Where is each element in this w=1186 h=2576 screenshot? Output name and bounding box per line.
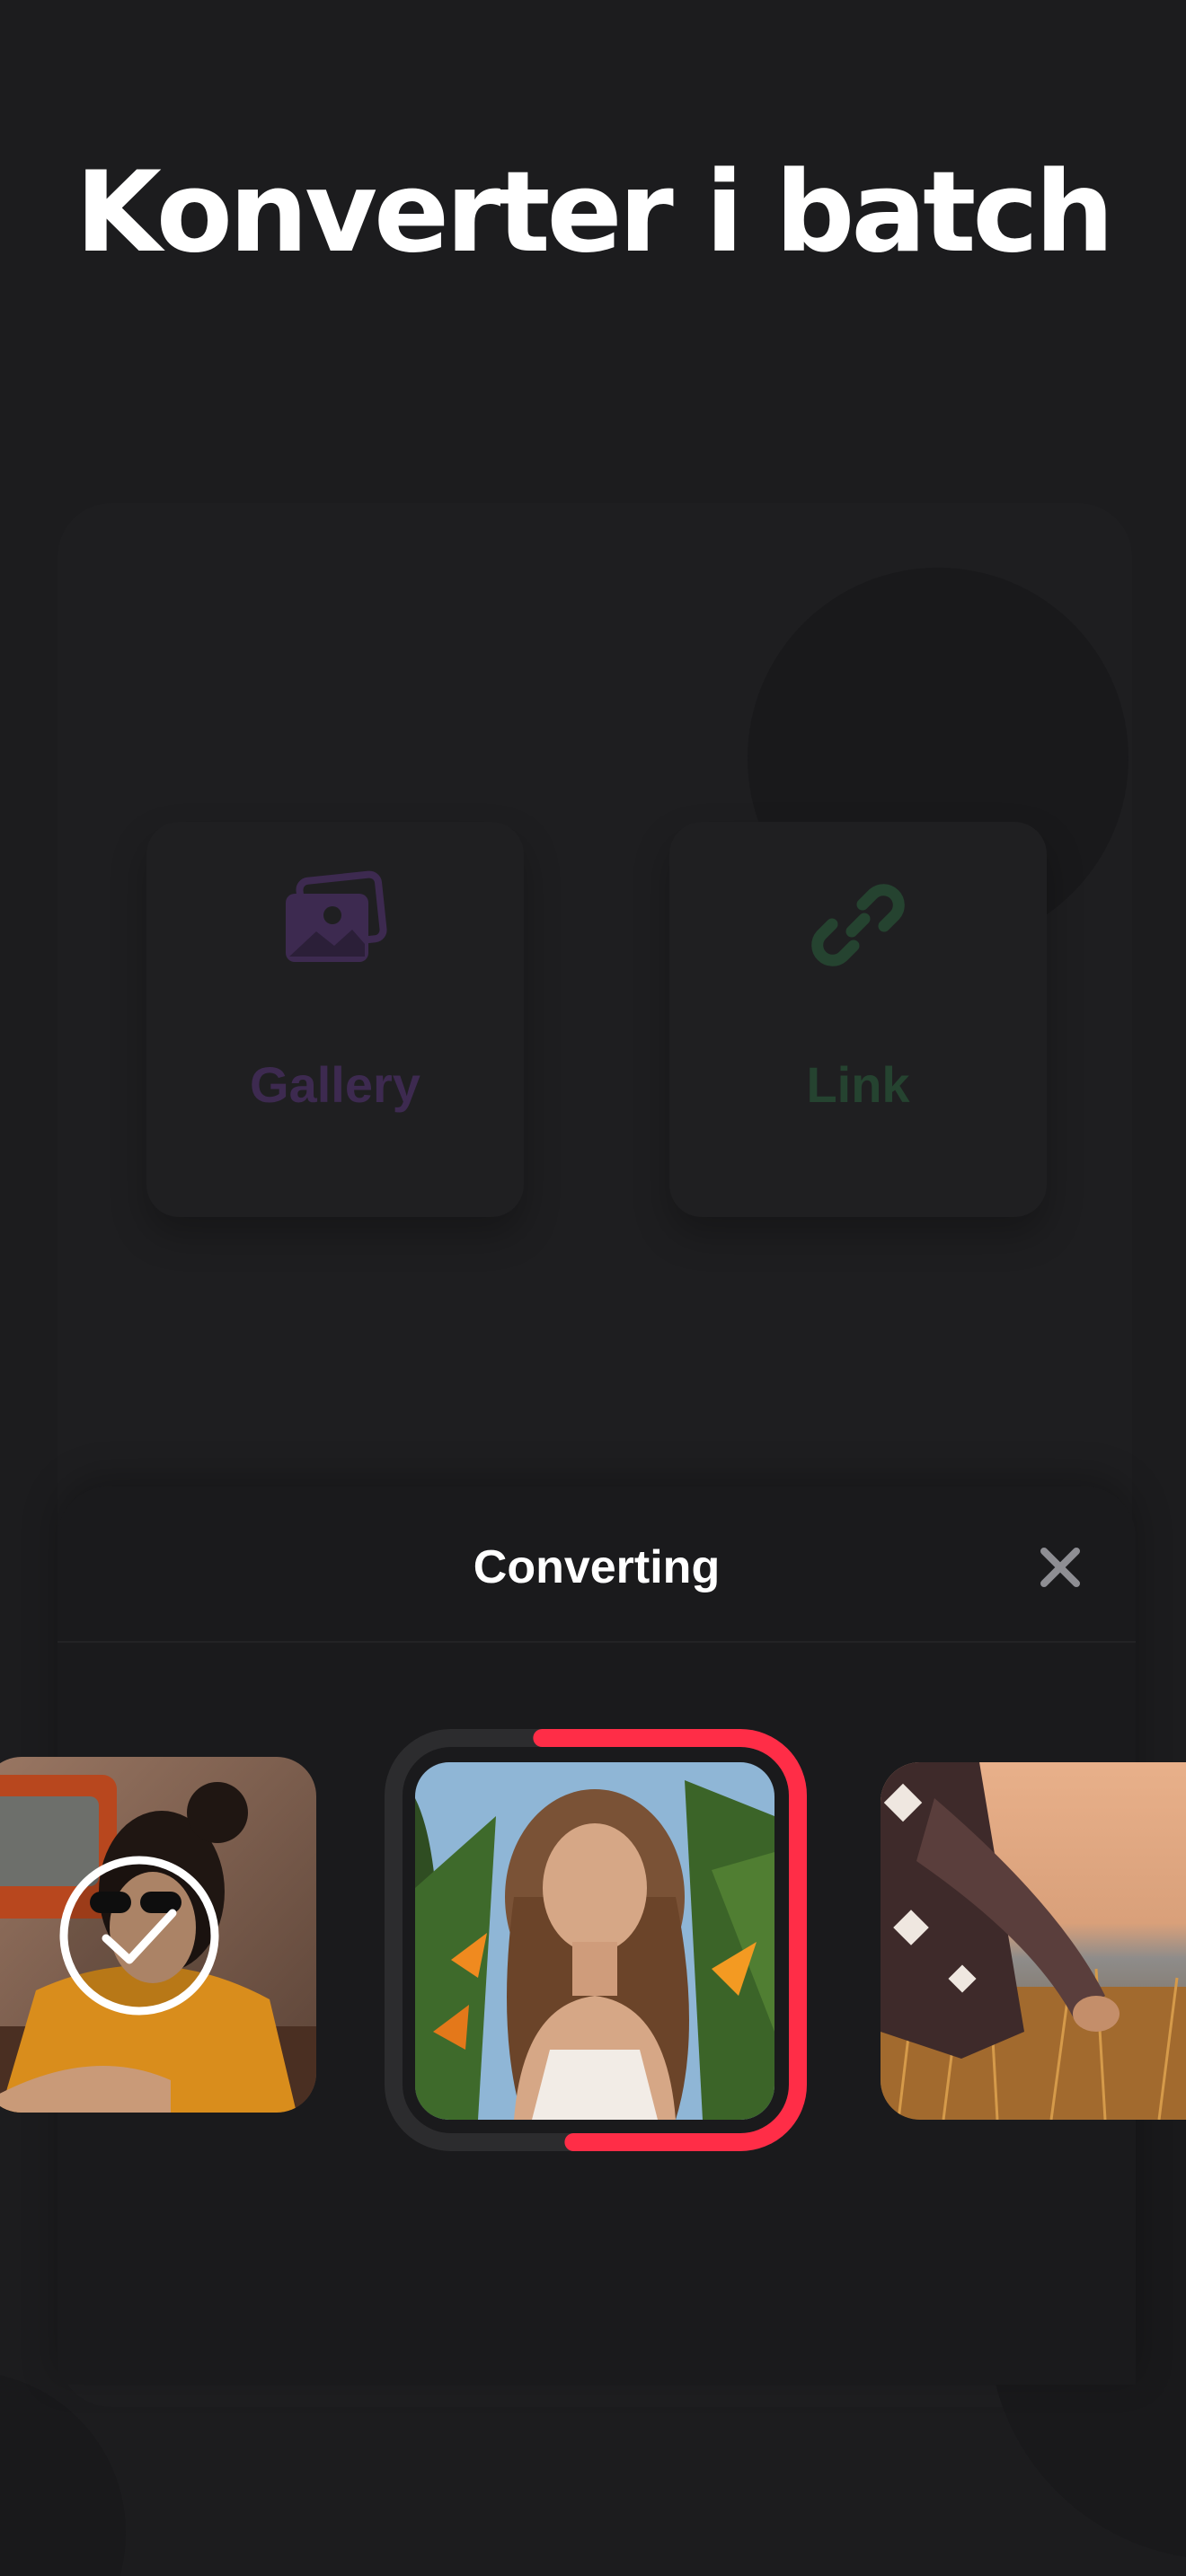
converting-photo-thumbnail[interactable] <box>415 1762 774 2120</box>
photo-grass-beach <box>881 1762 1186 2120</box>
link-label: Link <box>806 1056 910 1113</box>
promo-headline: Konverter i batch <box>75 148 1114 278</box>
sheet-title: Converting <box>473 1541 721 1593</box>
checkmark-icon <box>59 1856 219 2016</box>
app-screen: Konverter i batch Gallery Link Convertin… <box>0 0 1186 2576</box>
pending-photo-thumbnail[interactable] <box>881 1762 1186 2120</box>
gallery-label: Gallery <box>250 1056 420 1113</box>
close-icon <box>1040 1548 1080 1587</box>
link-icon <box>811 884 905 966</box>
photo-woman-tropical <box>415 1762 774 2120</box>
close-button[interactable] <box>1033 1540 1087 1594</box>
photos-icon <box>286 870 387 962</box>
divider <box>58 1641 1136 1643</box>
link-card: Link <box>669 822 1047 1217</box>
gallery-card: Gallery <box>146 822 524 1217</box>
